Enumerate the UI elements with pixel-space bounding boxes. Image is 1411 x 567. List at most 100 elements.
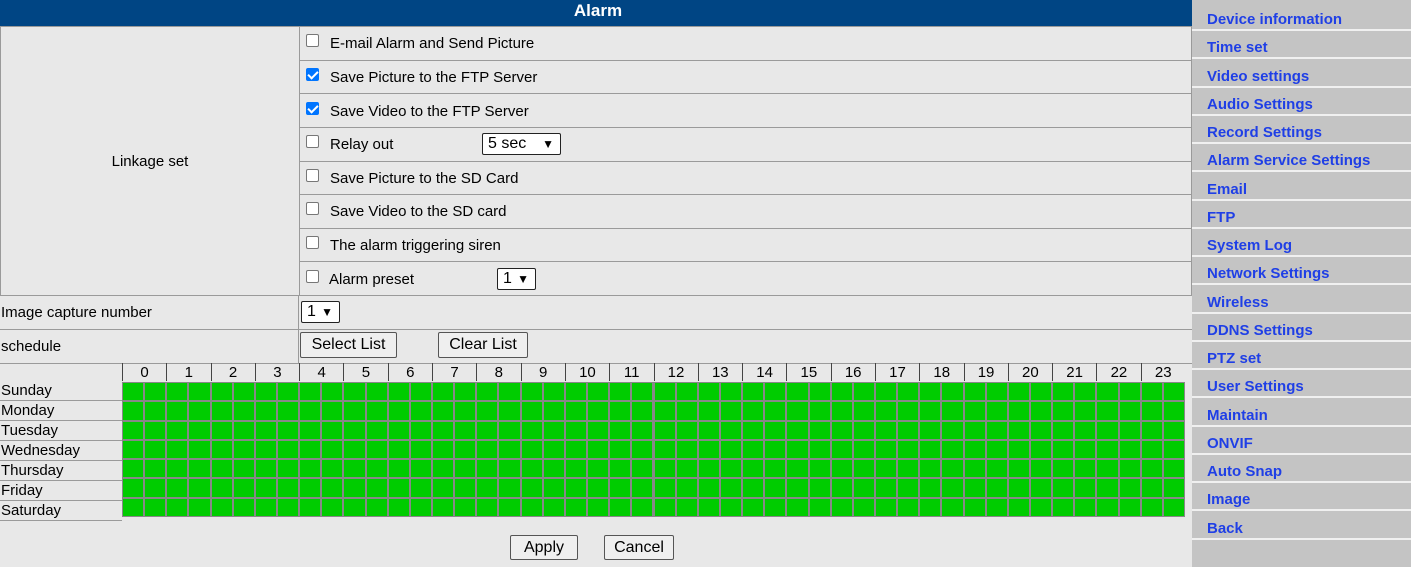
sidebar-link[interactable]: Network Settings: [1207, 265, 1330, 282]
schedule-cell[interactable]: [123, 383, 144, 401]
schedule-cell[interactable]: [1008, 440, 1029, 459]
sidebar-item-user-settings[interactable]: User Settings: [1192, 370, 1411, 399]
schedule-cell[interactable]: [145, 402, 166, 420]
schedule-cell[interactable]: [964, 402, 985, 420]
schedule-cell[interactable]: [632, 402, 653, 420]
schedule-cell[interactable]: [344, 440, 365, 459]
schedule-cell[interactable]: [698, 402, 719, 420]
schedule-cell[interactable]: [1008, 383, 1029, 401]
schedule-cell[interactable]: [942, 421, 963, 439]
schedule-cell[interactable]: [167, 402, 188, 420]
schedule-cell[interactable]: [366, 402, 387, 420]
schedule-cell[interactable]: [765, 383, 786, 401]
sd-video-checkbox[interactable]: [306, 202, 319, 216]
schedule-cell[interactable]: [898, 479, 919, 497]
sidebar-link[interactable]: Auto Snap: [1207, 463, 1282, 480]
schedule-cell[interactable]: [433, 383, 454, 401]
schedule-cell[interactable]: [233, 421, 254, 439]
schedule-cell[interactable]: [920, 421, 941, 439]
sidebar-link[interactable]: Time set: [1207, 39, 1268, 56]
schedule-cell[interactable]: [344, 498, 365, 516]
sidebar-item-wireless[interactable]: Wireless: [1192, 286, 1411, 314]
schedule-cell[interactable]: [654, 402, 675, 420]
schedule-cell[interactable]: [455, 479, 476, 497]
schedule-cell[interactable]: [720, 498, 742, 516]
email-alarm-checkbox[interactable]: [306, 34, 319, 48]
schedule-cell[interactable]: [255, 402, 277, 420]
schedule-cell[interactable]: [278, 402, 299, 420]
schedule-cell[interactable]: [875, 383, 897, 401]
schedule-cell[interactable]: [1163, 460, 1184, 478]
schedule-cell[interactable]: [875, 440, 897, 459]
schedule-cell[interactable]: [743, 498, 764, 516]
schedule-cell[interactable]: [809, 479, 830, 497]
schedule-cell[interactable]: [853, 421, 874, 439]
schedule-cell[interactable]: [433, 460, 454, 478]
schedule-cell[interactable]: [543, 498, 564, 516]
schedule-cell[interactable]: [278, 498, 299, 516]
schedule-cell[interactable]: [588, 479, 609, 497]
schedule-cell[interactable]: [787, 402, 808, 420]
schedule-cell[interactable]: [898, 460, 919, 478]
schedule-cell[interactable]: [211, 383, 232, 401]
schedule-cell[interactable]: [499, 440, 520, 459]
schedule-cell[interactable]: [698, 440, 719, 459]
schedule-cell[interactable]: [455, 402, 476, 420]
schedule-cell[interactable]: [610, 479, 631, 497]
sidebar-item-image[interactable]: Image: [1192, 483, 1411, 512]
schedule-cell[interactable]: [1008, 460, 1029, 478]
schedule-cell[interactable]: [123, 479, 144, 497]
schedule-cell[interactable]: [588, 440, 609, 459]
schedule-cell[interactable]: [388, 383, 409, 401]
schedule-cell[interactable]: [455, 440, 476, 459]
schedule-cell[interactable]: [300, 383, 321, 401]
schedule-cell[interactable]: [676, 421, 697, 439]
sidebar-item-onvif[interactable]: ONVIF: [1192, 427, 1411, 455]
schedule-cell[interactable]: [809, 440, 830, 459]
schedule-cell[interactable]: [986, 498, 1007, 516]
schedule-cell[interactable]: [300, 421, 321, 439]
schedule-cell[interactable]: [455, 498, 476, 516]
schedule-cell[interactable]: [211, 479, 232, 497]
schedule-cell[interactable]: [610, 440, 631, 459]
schedule-cell[interactable]: [610, 383, 631, 401]
schedule-cell[interactable]: [543, 383, 564, 401]
schedule-cell[interactable]: [787, 421, 808, 439]
schedule-cell[interactable]: [1075, 498, 1096, 516]
schedule-cell[interactable]: [875, 498, 897, 516]
schedule-cell[interactable]: [344, 479, 365, 497]
schedule-cell[interactable]: [831, 498, 852, 516]
schedule-cell[interactable]: [167, 421, 188, 439]
schedule-cell[interactable]: [1008, 421, 1029, 439]
schedule-cell[interactable]: [388, 498, 409, 516]
schedule-cell[interactable]: [853, 498, 874, 516]
schedule-cell[interactable]: [565, 460, 587, 478]
schedule-cell[interactable]: [875, 402, 897, 420]
schedule-cell[interactable]: [676, 498, 697, 516]
schedule-cell[interactable]: [211, 421, 232, 439]
schedule-cell[interactable]: [898, 440, 919, 459]
schedule-cell[interactable]: [698, 498, 719, 516]
schedule-cell[interactable]: [278, 383, 299, 401]
schedule-cell[interactable]: [565, 440, 587, 459]
schedule-cell[interactable]: [123, 460, 144, 478]
schedule-cell[interactable]: [632, 479, 653, 497]
schedule-cell[interactable]: [1141, 440, 1162, 459]
schedule-cell[interactable]: [743, 440, 764, 459]
schedule-cell[interactable]: [300, 402, 321, 420]
schedule-cell[interactable]: [499, 498, 520, 516]
schedule-cell[interactable]: [1119, 421, 1140, 439]
sidebar-link[interactable]: Video settings: [1207, 68, 1309, 85]
schedule-cell[interactable]: [366, 421, 387, 439]
schedule-cell[interactable]: [433, 402, 454, 420]
schedule-cell[interactable]: [765, 421, 786, 439]
sidebar-item-device-information[interactable]: Device information: [1192, 3, 1411, 31]
schedule-cell[interactable]: [610, 498, 631, 516]
schedule-cell[interactable]: [543, 421, 564, 439]
schedule-cell[interactable]: [1163, 440, 1184, 459]
schedule-cell[interactable]: [1053, 498, 1074, 516]
schedule-cell[interactable]: [743, 402, 764, 420]
schedule-cell[interactable]: [765, 440, 786, 459]
schedule-cell[interactable]: [1141, 498, 1162, 516]
schedule-cell[interactable]: [300, 440, 321, 459]
